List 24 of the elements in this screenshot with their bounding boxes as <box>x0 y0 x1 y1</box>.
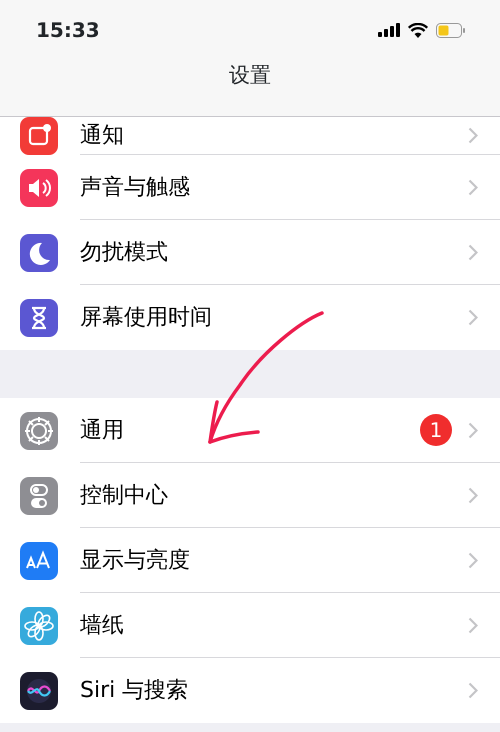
chevron-icon <box>468 486 478 504</box>
notification-badge: 1 <box>420 414 452 446</box>
settings-item[interactable]: Siri 与搜索 <box>80 674 468 707</box>
settings-item[interactable]: 屏幕使用时间 <box>80 301 468 334</box>
settings-item[interactable]: 显示与亮度 <box>80 544 468 576</box>
settings-item[interactable]: 通知 <box>80 119 468 152</box>
settings-item[interactable]: 声音与触感 <box>80 170 468 204</box>
chevron-icon <box>468 127 478 144</box>
status-time: 15:33 <box>36 17 100 44</box>
chevron-icon <box>468 422 478 438</box>
settings-item[interactable]: 通用 <box>80 414 420 446</box>
chevron-icon <box>468 616 478 634</box>
page-title: 设置 <box>229 62 271 89</box>
chevron-icon <box>468 552 478 568</box>
chevron-icon <box>468 244 478 260</box>
chevron-icon <box>468 309 478 326</box>
settings-item[interactable]: 控制中心 <box>80 478 468 512</box>
signal-icon <box>378 23 400 37</box>
wifi-icon <box>408 22 428 38</box>
settings-item[interactable]: 墙纸 <box>80 608 468 642</box>
battery-icon <box>436 22 466 38</box>
settings-item[interactable]: 勿扰模式 <box>80 236 468 268</box>
chevron-icon <box>468 178 478 196</box>
chevron-icon <box>468 682 478 699</box>
